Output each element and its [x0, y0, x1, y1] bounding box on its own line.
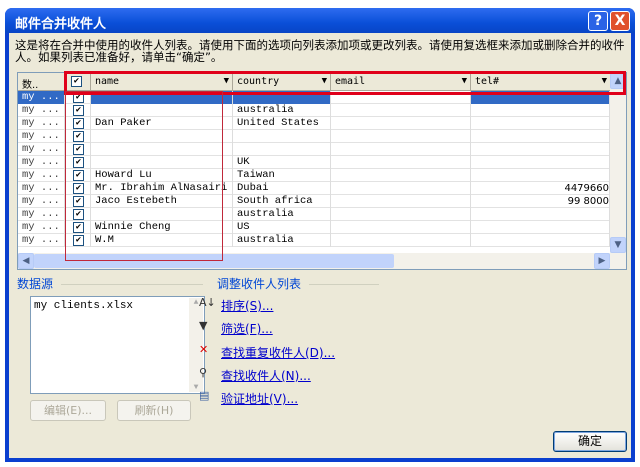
- datasource-item[interactable]: my clients.xlsx: [34, 300, 201, 312]
- cell-tel[interactable]: [471, 234, 610, 247]
- refresh-button[interactable]: 刷新(H): [117, 400, 191, 421]
- cell-tel[interactable]: [471, 117, 610, 130]
- refine-label: 调整收件人列表: [217, 277, 302, 291]
- cell-tel[interactable]: [471, 156, 610, 169]
- cell-country[interactable]: UK: [233, 156, 331, 169]
- cell-source[interactable]: my ...: [18, 234, 65, 247]
- cell-email[interactable]: [331, 156, 471, 169]
- ok-button[interactable]: 确定: [553, 431, 627, 452]
- cell-email[interactable]: [331, 195, 471, 208]
- cell-tel[interactable]: [471, 208, 610, 221]
- cell-country[interactable]: [233, 130, 331, 143]
- cell-email[interactable]: [331, 143, 471, 156]
- cell-country[interactable]: australia: [233, 104, 331, 117]
- cell-country[interactable]: [233, 143, 331, 156]
- edit-button[interactable]: 编辑(E)...: [30, 400, 106, 421]
- mail-merge-recipients-dialog: 邮件合并收件人 ? X 这是将在合并中使用的收件人列表。请使用下面的选项向列表添…: [5, 8, 635, 462]
- cell-email[interactable]: [331, 221, 471, 234]
- cell-email[interactable]: [331, 104, 471, 117]
- column-header-source[interactable]: 数..: [18, 73, 65, 91]
- cell-country[interactable]: South africa: [233, 195, 331, 208]
- highlight-name-column-box: [65, 91, 223, 261]
- help-button[interactable]: ?: [588, 11, 608, 31]
- sort-link[interactable]: A↓ 排序(S)...: [199, 296, 273, 314]
- cell-email[interactable]: [331, 182, 471, 195]
- cell-email[interactable]: [331, 130, 471, 143]
- datasource-label: 数据源: [17, 277, 54, 291]
- cell-source[interactable]: my ...: [18, 195, 65, 208]
- cell-country[interactable]: Taiwan: [233, 169, 331, 182]
- cell-source[interactable]: my ...: [18, 143, 65, 156]
- cell-source[interactable]: my ...: [18, 208, 65, 221]
- filter-link[interactable]: ▼ 筛选(F)...: [199, 319, 273, 337]
- cell-country[interactable]: Dubai: [233, 182, 331, 195]
- sort-icon: A↓: [199, 296, 216, 309]
- cell-source[interactable]: my ...: [18, 182, 65, 195]
- cell-email[interactable]: [331, 234, 471, 247]
- cell-source[interactable]: my ...: [18, 169, 65, 182]
- cell-tel[interactable]: [471, 169, 610, 182]
- cell-tel[interactable]: [471, 104, 610, 117]
- cell-country[interactable]: australia: [233, 234, 331, 247]
- cell-tel[interactable]: 4479660: [471, 182, 610, 195]
- cell-source[interactable]: my ...: [18, 130, 65, 143]
- scroll-down-icon[interactable]: ▼: [610, 237, 626, 253]
- cell-country[interactable]: United States: [233, 117, 331, 130]
- cell-tel[interactable]: 99 8000: [471, 195, 610, 208]
- cell-tel[interactable]: [471, 143, 610, 156]
- cell-email[interactable]: [331, 117, 471, 130]
- title-bar: 邮件合并收件人 ? X: [5, 8, 635, 33]
- cell-country[interactable]: US: [233, 221, 331, 234]
- vertical-scrollbar[interactable]: ▲ ▼: [610, 73, 626, 253]
- cell-tel[interactable]: [471, 221, 610, 234]
- duplicates-icon: ✕: [199, 343, 209, 356]
- dialog-body: 这是将在合并中使用的收件人列表。请使用下面的选项向列表添加项或更改列表。请使用复…: [9, 33, 631, 458]
- filter-icon: ▼: [199, 319, 208, 332]
- datasource-list[interactable]: my clients.xlsx ▲ ▼: [30, 296, 205, 394]
- cell-source[interactable]: my ...: [18, 221, 65, 234]
- validate-addresses-link[interactable]: ▤ 验证地址(V)...: [199, 389, 298, 407]
- cell-tel[interactable]: [471, 130, 610, 143]
- validate-icon: ▤: [199, 389, 210, 402]
- cell-source[interactable]: my ...: [18, 156, 65, 169]
- cell-email[interactable]: [331, 169, 471, 182]
- dialog-title: 邮件合并收件人: [15, 17, 107, 32]
- find-duplicates-link[interactable]: ✕ 查找重复收件人(D)...: [199, 343, 335, 361]
- close-button[interactable]: X: [610, 11, 630, 31]
- cell-source[interactable]: my ...: [18, 117, 65, 130]
- find-recipient-icon: ⚲: [199, 366, 208, 379]
- cell-email[interactable]: [331, 208, 471, 221]
- scroll-right-icon[interactable]: ▶: [594, 253, 610, 269]
- scroll-left-icon[interactable]: ◀: [18, 253, 34, 269]
- find-recipient-link[interactable]: ⚲ 查找收件人(N)...: [199, 366, 311, 384]
- cell-country[interactable]: australia: [233, 208, 331, 221]
- cell-source[interactable]: my ...: [18, 91, 65, 104]
- description: 这是将在合并中使用的收件人列表。请使用下面的选项向列表添加项或更改列表。请使用复…: [15, 38, 625, 64]
- cell-source[interactable]: my ...: [18, 104, 65, 117]
